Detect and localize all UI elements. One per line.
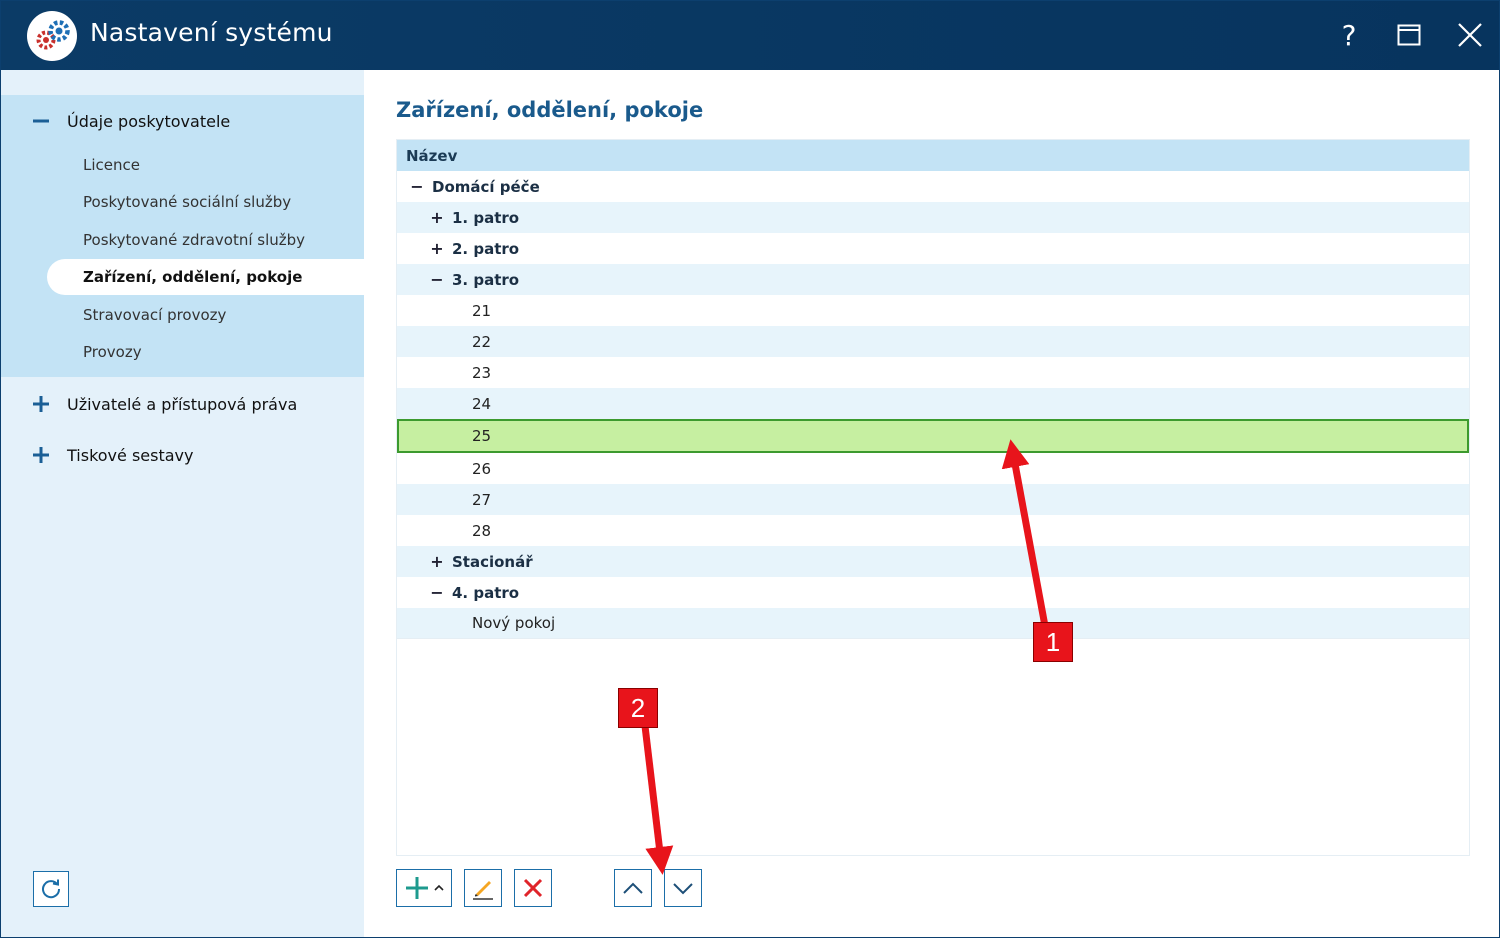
tree-row-label: 25	[472, 427, 492, 445]
tree-row-label: 22	[472, 332, 492, 351]
sidebar-item-catering[interactable]: Stravovací provozy	[47, 297, 364, 333]
sidebar: Údaje poskytovatele Licence Poskytované …	[1, 70, 364, 937]
tree-row-label: 21	[472, 301, 492, 320]
add-item-button[interactable]	[396, 869, 452, 907]
tree-row[interactable]: 22	[397, 326, 1469, 357]
chevron-up-icon	[623, 882, 643, 894]
sidebar-item-social-services[interactable]: Poskytované sociální služby	[47, 184, 364, 220]
edit-button[interactable]	[464, 869, 502, 907]
sidebar-group-users[interactable]: Uživatelé a přístupová práva	[1, 384, 364, 424]
help-button[interactable]: ?	[1329, 15, 1369, 55]
tree-row[interactable]: + 1. patro	[397, 202, 1469, 233]
sidebar-group-label: Údaje poskytovatele	[67, 111, 231, 131]
sidebar-item-label: Poskytované zdravotní služby	[83, 231, 306, 249]
column-header-label: Název	[406, 146, 458, 165]
collapse-toggle[interactable]: −	[430, 270, 444, 289]
sidebar-group-label: Tiskové sestavy	[67, 445, 194, 465]
window-title: Nastavení systému	[90, 18, 333, 47]
close-button[interactable]	[1450, 15, 1490, 55]
move-up-button[interactable]	[614, 869, 652, 907]
collapse-toggle[interactable]: −	[410, 177, 424, 196]
tree-row-label: 3. patro	[452, 270, 520, 289]
tree-row[interactable]: 23	[397, 357, 1469, 388]
tree-row[interactable]: 21	[397, 295, 1469, 326]
tree-row-label: 23	[472, 363, 492, 382]
move-down-button[interactable]	[664, 869, 702, 907]
expand-toggle[interactable]: +	[430, 208, 444, 227]
annotation-badge-1: 1	[1033, 622, 1073, 662]
plus-icon	[405, 877, 428, 899]
sidebar-item-label: Stravovací provozy	[83, 306, 227, 324]
tree-row-label: 28	[472, 521, 492, 540]
tree-row-label: 2. patro	[452, 239, 520, 258]
collapse-icon	[33, 119, 49, 123]
tree-row[interactable]: 27	[397, 484, 1469, 515]
tree-row-selected[interactable]: 25	[397, 419, 1469, 453]
annotation-badge-2: 2	[618, 688, 658, 728]
expand-toggle[interactable]: +	[430, 239, 444, 258]
sidebar-item-facilities[interactable]: Zařízení, oddělení, pokoje	[47, 259, 364, 295]
delete-button[interactable]	[514, 869, 552, 907]
tree-row-label: Stacionář	[452, 552, 533, 571]
tree-row-label: 4. patro	[452, 583, 520, 602]
tree-row-label: Nový pokoj	[472, 614, 556, 632]
sidebar-item-label: Provozy	[83, 343, 142, 361]
sidebar-group-reports[interactable]: Tiskové sestavy	[1, 435, 364, 475]
expand-icon	[33, 447, 49, 463]
sidebar-group-provider-header[interactable]: Údaje poskytovatele	[1, 101, 364, 141]
tree-row-label: 1. patro	[452, 208, 520, 227]
sidebar-item-label: Zařízení, oddělení, pokoje	[83, 268, 303, 286]
sidebar-item-label: Licence	[83, 156, 140, 174]
expand-toggle[interactable]: +	[430, 552, 444, 571]
tree-row-label: 27	[472, 490, 492, 509]
tree-row[interactable]: + Stacionář	[397, 546, 1469, 577]
tree-column-header[interactable]: Název	[397, 140, 1469, 171]
facility-tree: Název − Domácí péče + 1. patro + 2. patr…	[396, 139, 1470, 856]
tree-row[interactable]: Nový pokoj	[397, 608, 1469, 639]
gears-logo-icon	[27, 11, 77, 61]
title-bar: Nastavení systému ?	[1, 1, 1499, 70]
tree-row[interactable]: − 4. patro	[397, 577, 1469, 608]
tree-row[interactable]: 28	[397, 515, 1469, 546]
tree-row[interactable]: + 2. patro	[397, 233, 1469, 264]
chevron-down-icon	[673, 883, 693, 895]
maximize-icon	[1397, 24, 1421, 46]
tree-row-label: Domácí péče	[432, 177, 540, 196]
pencil-icon	[473, 881, 493, 900]
tree-row[interactable]: 26	[397, 453, 1469, 484]
sidebar-group-provider: Údaje poskytovatele Licence Poskytované …	[1, 95, 364, 377]
settings-window: Nastavení systému ? Údaje poskytovatele …	[0, 0, 1500, 938]
close-icon	[1458, 23, 1482, 47]
sidebar-item-label: Poskytované sociální služby	[83, 193, 292, 211]
refresh-icon	[42, 879, 61, 899]
main-panel: Zařízení, oddělení, pokoje Název − Domác…	[364, 70, 1499, 937]
sidebar-item-licence[interactable]: Licence	[47, 147, 364, 183]
sidebar-item-operations[interactable]: Provozy	[47, 334, 364, 370]
expand-icon	[33, 396, 49, 412]
sidebar-item-health-services[interactable]: Poskytované zdravotní služby	[47, 222, 364, 258]
chevron-up-small-icon	[433, 884, 444, 891]
tree-row[interactable]: − Domácí péče	[397, 171, 1469, 202]
tree-row-label: 24	[472, 394, 492, 413]
tree-row[interactable]: 24	[397, 388, 1469, 419]
tree-row-label: 26	[472, 459, 492, 478]
tree-row[interactable]: − 3. patro	[397, 264, 1469, 295]
page-title: Zařízení, oddělení, pokoje	[396, 98, 704, 122]
refresh-button[interactable]	[33, 871, 69, 907]
sidebar-group-label: Uživatelé a přístupová práva	[67, 394, 298, 414]
delete-x-icon	[523, 878, 543, 898]
collapse-toggle[interactable]: −	[430, 583, 444, 602]
maximize-button[interactable]	[1389, 15, 1429, 55]
